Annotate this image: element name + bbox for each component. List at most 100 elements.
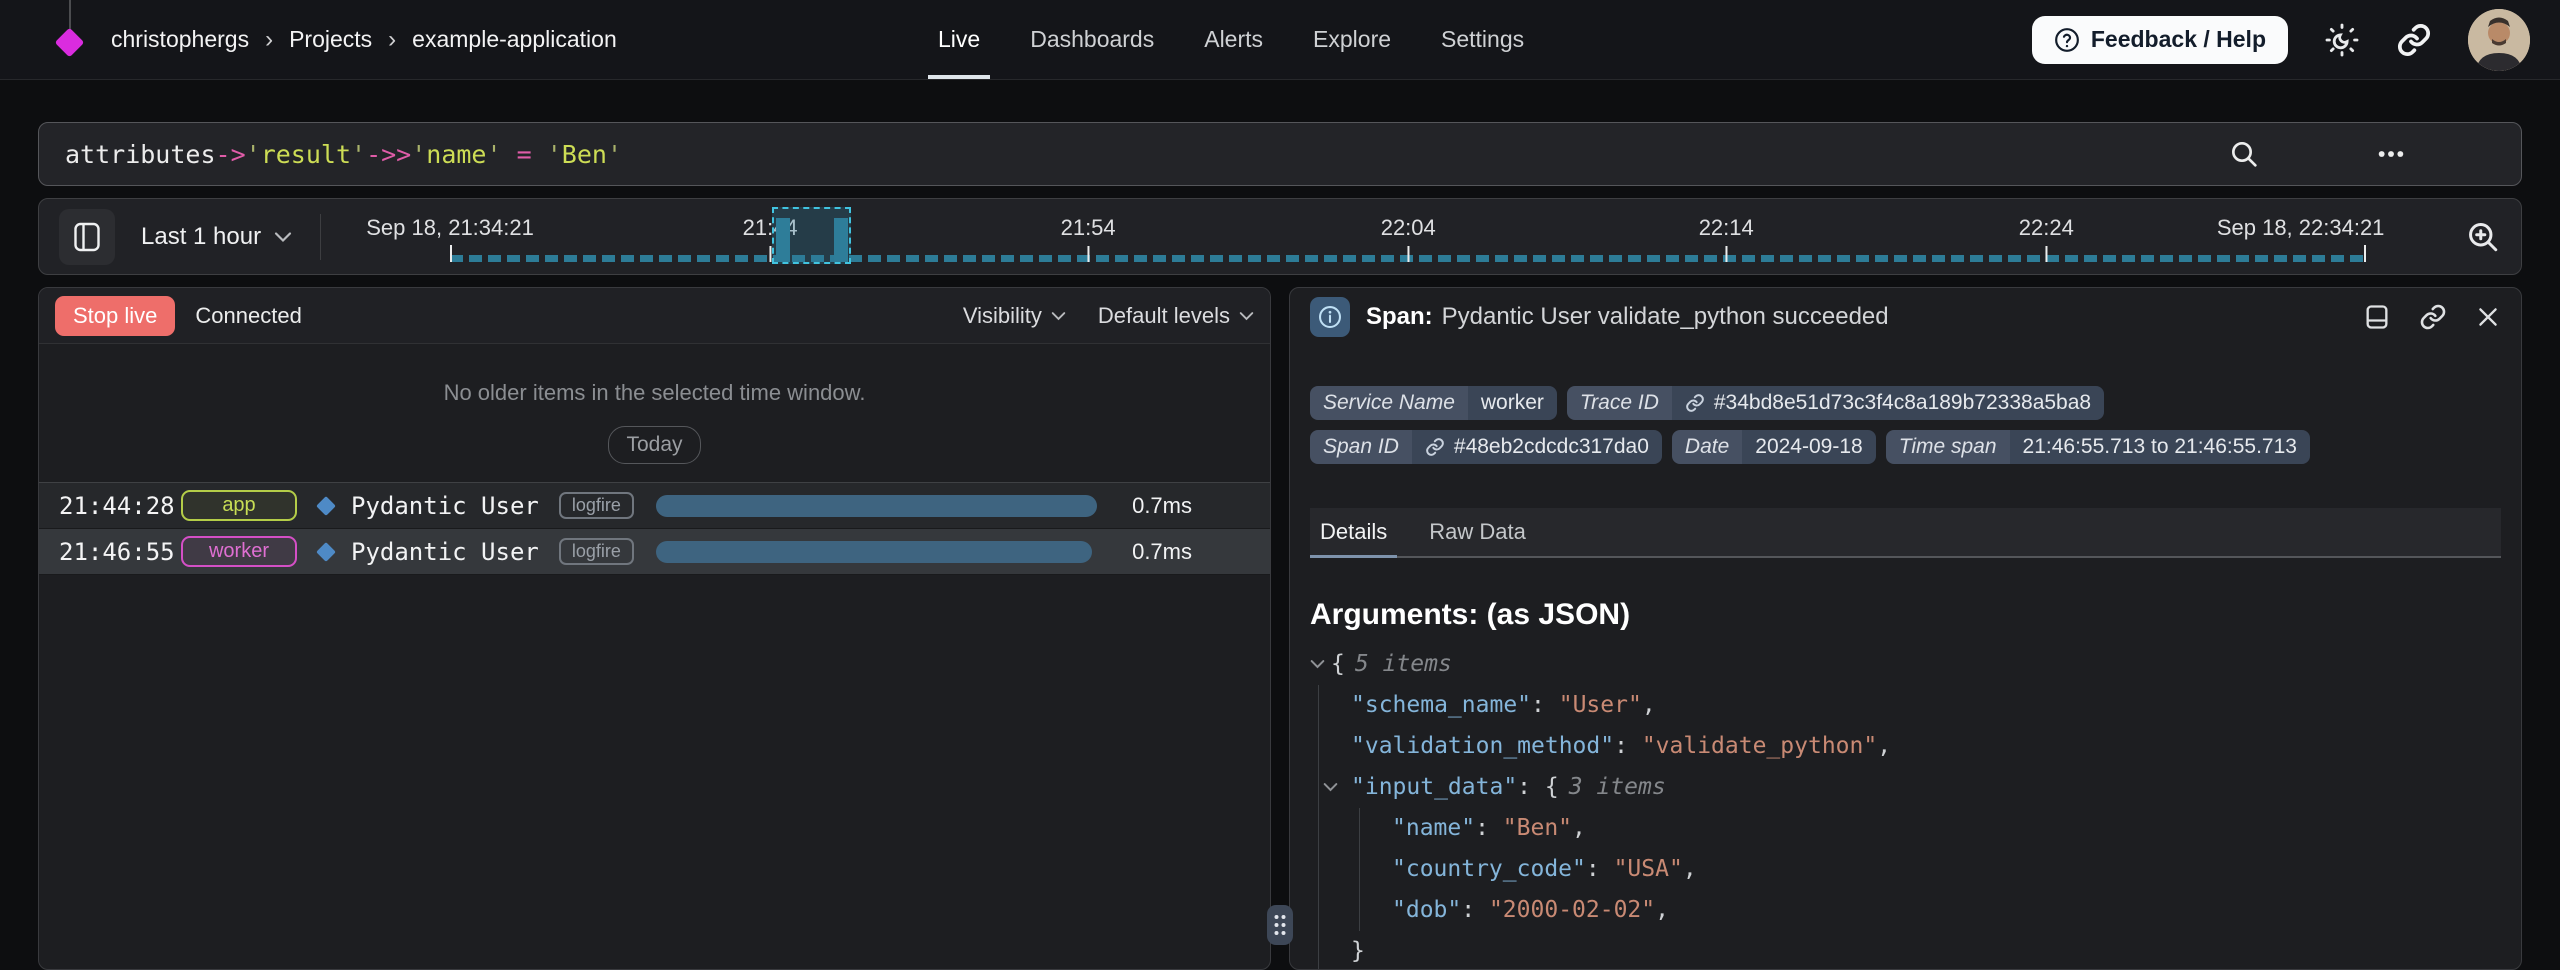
json-comma: , xyxy=(1877,733,1891,759)
log-row[interactable]: 21:44:28 app Pydantic User logfire 0.7ms xyxy=(39,483,1270,529)
duration-bar[interactable] xyxy=(656,495,1097,517)
time-range-label: Last 1 hour xyxy=(141,223,261,251)
json-value: "USA" xyxy=(1614,856,1683,882)
tick-label: 22:04 xyxy=(1381,215,1436,241)
logfire-diamond-icon xyxy=(55,27,85,57)
timeline-start-tick xyxy=(450,245,452,262)
logfire-logo[interactable] xyxy=(55,18,85,62)
chevron-down-icon xyxy=(1239,311,1254,321)
arguments-json-tree: {5 items "schema_name": "User", "validat… xyxy=(1310,644,2501,970)
logfire-tag-badge[interactable]: logfire xyxy=(559,538,634,565)
chevron-down-icon xyxy=(1051,311,1066,321)
json-value: "validate_python" xyxy=(1642,733,1877,759)
logfire-tag-badge[interactable]: logfire xyxy=(559,492,634,519)
query-token: ->> xyxy=(366,140,411,169)
timeline-tick: 22:04 xyxy=(1381,215,1436,262)
trace-id-value[interactable]: #34bd8e51d73c3f4c8a189b72338a5ba8 xyxy=(1714,391,2091,415)
query-input[interactable]: attributes->'result'->>'name' = 'Ben' xyxy=(38,122,2522,186)
service-badge[interactable]: app xyxy=(181,490,297,521)
empty-window-message: No older items in the selected time wind… xyxy=(39,380,1270,406)
feedback-help-button[interactable]: Feedback / Help xyxy=(2032,16,2288,64)
tab-details[interactable]: Details xyxy=(1320,519,1387,545)
service-name-field: Service Name worker xyxy=(1310,386,1557,420)
tick-mark xyxy=(1725,246,1727,262)
log-row-selected[interactable]: 21:46:55 worker Pydantic User logfire 0.… xyxy=(39,529,1270,575)
breadcrumb-project-name[interactable]: example-application xyxy=(412,26,617,53)
json-colon: : xyxy=(1614,733,1642,759)
timeline-end-label: Sep 18, 22:34:21 xyxy=(2217,215,2385,241)
json-value: "2000-02-02" xyxy=(1489,897,1655,923)
json-brace: } xyxy=(1351,938,1365,964)
timeline-start-label: Sep 18, 21:34:21 xyxy=(366,215,534,241)
tab-raw-data[interactable]: Raw Data xyxy=(1429,519,1526,545)
timeline-selection-window[interactable] xyxy=(772,207,850,264)
duration-bar-track xyxy=(656,495,1108,517)
time-range-selector[interactable]: Last 1 hour xyxy=(141,223,292,251)
nav-tab-live[interactable]: Live xyxy=(938,0,980,79)
json-comma: , xyxy=(1655,897,1669,923)
field-value: #48eb2cdcdc317da0 xyxy=(1412,430,1662,464)
json-key: "validation_method" xyxy=(1351,733,1614,759)
duration-bar[interactable] xyxy=(656,541,1092,563)
nav-tab-alerts[interactable]: Alerts xyxy=(1204,0,1263,79)
sun-moon-icon xyxy=(2324,22,2360,58)
stop-live-button[interactable]: Stop live xyxy=(55,296,175,336)
query-token: ' xyxy=(607,140,622,169)
visibility-dropdown[interactable]: Visibility xyxy=(963,303,1066,329)
zoom-in-button[interactable] xyxy=(2465,219,2501,255)
json-items-count: 5 items xyxy=(1355,651,1452,677)
log-rows: 21:44:28 app Pydantic User logfire 0.7ms… xyxy=(39,482,1270,575)
copy-link-icon[interactable] xyxy=(2419,303,2447,331)
collapse-arrow-icon[interactable] xyxy=(1310,659,1325,669)
default-levels-dropdown[interactable]: Default levels xyxy=(1098,303,1254,329)
timeline-tick: 22:24 xyxy=(2019,215,2074,262)
json-value: "User" xyxy=(1559,692,1642,718)
span-detail-title: Span:Pydantic User validate_python succe… xyxy=(1366,303,1889,331)
json-colon: : xyxy=(1531,692,1559,718)
date-field: Date 2024-09-18 xyxy=(1672,430,1876,464)
json-line: "country_code": "USA", xyxy=(1392,849,2501,890)
nav-tab-dashboards[interactable]: Dashboards xyxy=(1030,0,1154,79)
breadcrumb-projects[interactable]: Projects xyxy=(289,26,372,53)
timeline-track[interactable]: Sep 18, 21:34:21 Sep 18, 22:34:21 21:44 … xyxy=(327,199,2447,274)
span-id-value[interactable]: #48eb2cdcdc317da0 xyxy=(1454,435,1649,459)
info-icon xyxy=(1310,297,1350,337)
detail-tabs: Details Raw Data xyxy=(1310,508,2501,558)
query-token: ' xyxy=(246,140,261,169)
breadcrumb-org[interactable]: christophergs xyxy=(111,26,249,53)
nav-tab-explore[interactable]: Explore xyxy=(1313,0,1391,79)
user-avatar[interactable] xyxy=(2468,9,2530,71)
tick-label: 22:24 xyxy=(2019,215,2074,241)
trace-id-field: Trace ID #34bd8e51d73c3f4c8a189b72338a5b… xyxy=(1567,386,2104,420)
share-link-button[interactable] xyxy=(2396,22,2432,58)
nav-tab-settings[interactable]: Settings xyxy=(1441,0,1524,79)
log-timestamp: 21:44:28 xyxy=(59,492,181,520)
nav-right-cluster: Feedback / Help xyxy=(2032,9,2530,71)
sidebar-toggle-button[interactable] xyxy=(59,209,115,265)
field-label: Span ID xyxy=(1310,430,1412,464)
query-token: attributes xyxy=(65,140,216,169)
tick-label: 22:14 xyxy=(1699,215,1754,241)
json-brace: { xyxy=(1545,774,1559,800)
histogram-bar xyxy=(834,218,848,262)
service-badge[interactable]: worker xyxy=(181,536,297,567)
span-title: Pydantic User xyxy=(351,492,539,520)
json-nested-children: "name": "Ben", "country_code": "USA", "d… xyxy=(1359,808,2501,931)
top-nav: christophergs › Projects › example-appli… xyxy=(0,0,2560,80)
json-root-line: {5 items xyxy=(1310,644,2501,685)
query-token: -> xyxy=(216,140,246,169)
main-nav-tabs: Live Dashboards Alerts Explore Settings xyxy=(938,0,1524,79)
link-icon[interactable] xyxy=(1685,393,1705,413)
link-icon[interactable] xyxy=(1425,437,1445,457)
split-panel-icon[interactable] xyxy=(2363,303,2391,331)
today-button[interactable]: Today xyxy=(608,426,700,464)
theme-toggle-button[interactable] xyxy=(2324,22,2360,58)
json-brace: { xyxy=(1331,651,1345,677)
query-token: name xyxy=(426,140,486,169)
close-icon[interactable] xyxy=(2475,304,2501,330)
collapse-arrow-icon[interactable] xyxy=(1323,782,1345,792)
tick-mark xyxy=(2045,246,2047,262)
query-token: ' xyxy=(547,140,562,169)
panel-resize-handle[interactable] xyxy=(1267,905,1293,945)
field-label: Trace ID xyxy=(1567,386,1672,420)
